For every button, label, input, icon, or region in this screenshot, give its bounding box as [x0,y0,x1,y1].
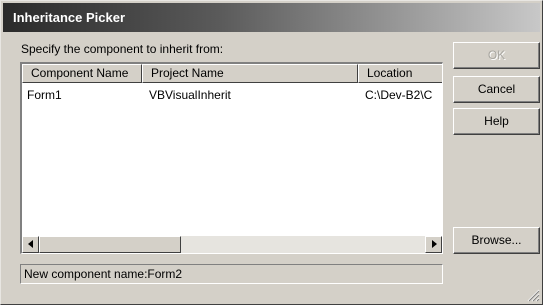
horizontal-scrollbar[interactable] [22,236,442,253]
cell-component-name: Form1 [27,88,62,102]
column-header-component-name[interactable]: Component Name [22,64,142,83]
inheritance-picker-dialog: Inheritance Picker Specify the component… [0,0,543,305]
scroll-left-button[interactable] [22,236,39,253]
new-component-name-status: New component name:Form2 [20,264,443,284]
cell-location: C:\Dev-B2\C [365,88,433,102]
arrow-left-icon [28,240,33,248]
window-title: Inheritance Picker [13,10,125,25]
browse-button[interactable]: Browse... [453,227,540,254]
column-header-location[interactable]: Location [358,64,442,83]
resize-grip-icon[interactable] [527,289,540,302]
scroll-right-button[interactable] [425,236,442,253]
ok-button[interactable]: OK [453,42,540,69]
component-list[interactable]: Component Name Project Name Location For… [20,62,443,254]
instruction-label: Specify the component to inherit from: [21,42,224,56]
cell-project-name: VBVisualInherit [149,88,231,102]
scroll-thumb[interactable] [39,236,181,253]
title-bar[interactable]: Inheritance Picker [3,3,540,32]
arrow-right-icon [432,240,437,248]
list-header: Component Name Project Name Location [22,64,442,83]
cancel-button[interactable]: Cancel [453,76,540,103]
column-header-project-name[interactable]: Project Name [142,64,358,83]
help-button[interactable]: Help [453,108,540,135]
